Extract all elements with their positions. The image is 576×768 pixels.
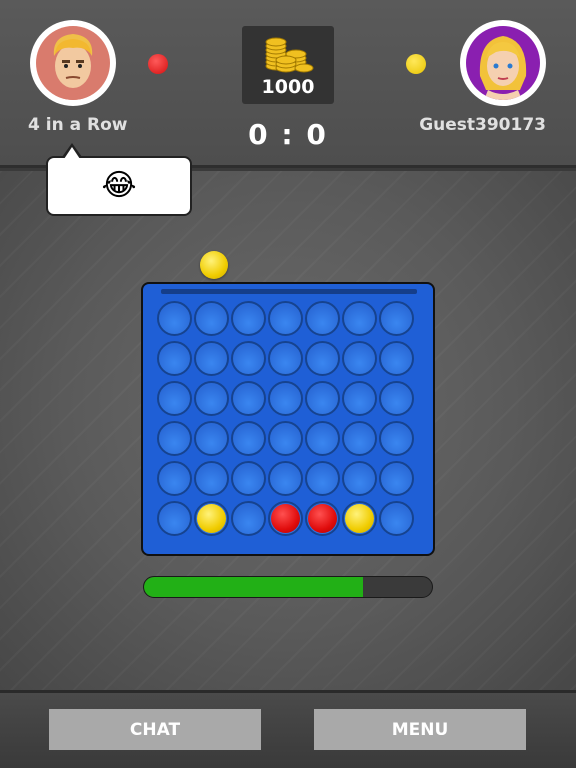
board-slot[interactable] xyxy=(157,501,192,536)
board-slot[interactable] xyxy=(194,341,229,376)
board-slot[interactable] xyxy=(157,421,192,456)
board-slot[interactable] xyxy=(157,381,192,416)
red-piece xyxy=(308,504,337,533)
red-token-indicator xyxy=(148,54,168,74)
score-display: 0 : 0 xyxy=(248,118,328,151)
board-slot[interactable] xyxy=(231,501,266,536)
menu-button[interactable]: MENU xyxy=(314,709,526,750)
board-slot[interactable] xyxy=(157,341,192,376)
yellow-token-indicator xyxy=(406,54,426,74)
turn-timer-bar xyxy=(143,576,433,598)
board-slot[interactable] xyxy=(194,501,229,536)
board-slot[interactable] xyxy=(305,461,340,496)
player-name-right: Guest390173 xyxy=(419,115,546,135)
board-slot[interactable] xyxy=(342,421,377,456)
game-board[interactable] xyxy=(141,282,435,556)
board-slot[interactable] xyxy=(379,421,414,456)
board-slot[interactable] xyxy=(379,341,414,376)
board-slot[interactable] xyxy=(194,421,229,456)
board-slot[interactable] xyxy=(194,301,229,336)
yellow-piece xyxy=(197,504,226,533)
player-avatar-left[interactable] xyxy=(30,20,116,106)
board-slot[interactable] xyxy=(342,341,377,376)
board-slot[interactable] xyxy=(342,501,377,536)
board-slot[interactable] xyxy=(268,381,303,416)
board-rail xyxy=(161,289,417,294)
board-slot[interactable] xyxy=(268,501,303,536)
board-slot[interactable] xyxy=(305,501,340,536)
board-slot[interactable] xyxy=(268,341,303,376)
board-slot[interactable] xyxy=(194,381,229,416)
chat-bubble: 😂 xyxy=(46,156,192,216)
drop-token-yellow[interactable] xyxy=(200,251,228,279)
chat-button[interactable]: CHAT xyxy=(49,709,261,750)
chat-bubble-tail-fill xyxy=(64,147,80,159)
gold-coins-icon xyxy=(265,37,314,73)
board-slot[interactable] xyxy=(157,461,192,496)
board-slot[interactable] xyxy=(342,301,377,336)
board-slot[interactable] xyxy=(379,461,414,496)
turn-timer-fill xyxy=(144,577,363,597)
board-slot[interactable] xyxy=(342,461,377,496)
board-slot[interactable] xyxy=(379,381,414,416)
board-slot[interactable] xyxy=(268,421,303,456)
board-slot[interactable] xyxy=(379,301,414,336)
board-slot[interactable] xyxy=(231,461,266,496)
board-slot[interactable] xyxy=(231,341,266,376)
board-slot[interactable] xyxy=(305,381,340,416)
player-avatar-right[interactable] xyxy=(460,20,546,106)
board-slot[interactable] xyxy=(342,381,377,416)
red-piece xyxy=(271,504,300,533)
board-slot[interactable] xyxy=(305,341,340,376)
board-grid[interactable] xyxy=(157,301,416,541)
board-slot[interactable] xyxy=(231,301,266,336)
board-slot[interactable] xyxy=(268,461,303,496)
male-avatar-icon xyxy=(36,26,110,100)
board-slot[interactable] xyxy=(305,421,340,456)
board-slot[interactable] xyxy=(305,301,340,336)
coin-pot: 1000 xyxy=(242,26,334,104)
board-slot[interactable] xyxy=(194,461,229,496)
laughing-emoji: 😂 xyxy=(101,168,137,203)
pot-amount: 1000 xyxy=(261,76,315,98)
board-slot[interactable] xyxy=(379,501,414,536)
board-slot[interactable] xyxy=(157,301,192,336)
female-avatar-icon xyxy=(466,26,540,100)
player-name-left: 4 in a Row xyxy=(28,115,128,135)
yellow-piece xyxy=(345,504,374,533)
board-slot[interactable] xyxy=(231,421,266,456)
board-slot[interactable] xyxy=(231,381,266,416)
board-slot[interactable] xyxy=(268,301,303,336)
